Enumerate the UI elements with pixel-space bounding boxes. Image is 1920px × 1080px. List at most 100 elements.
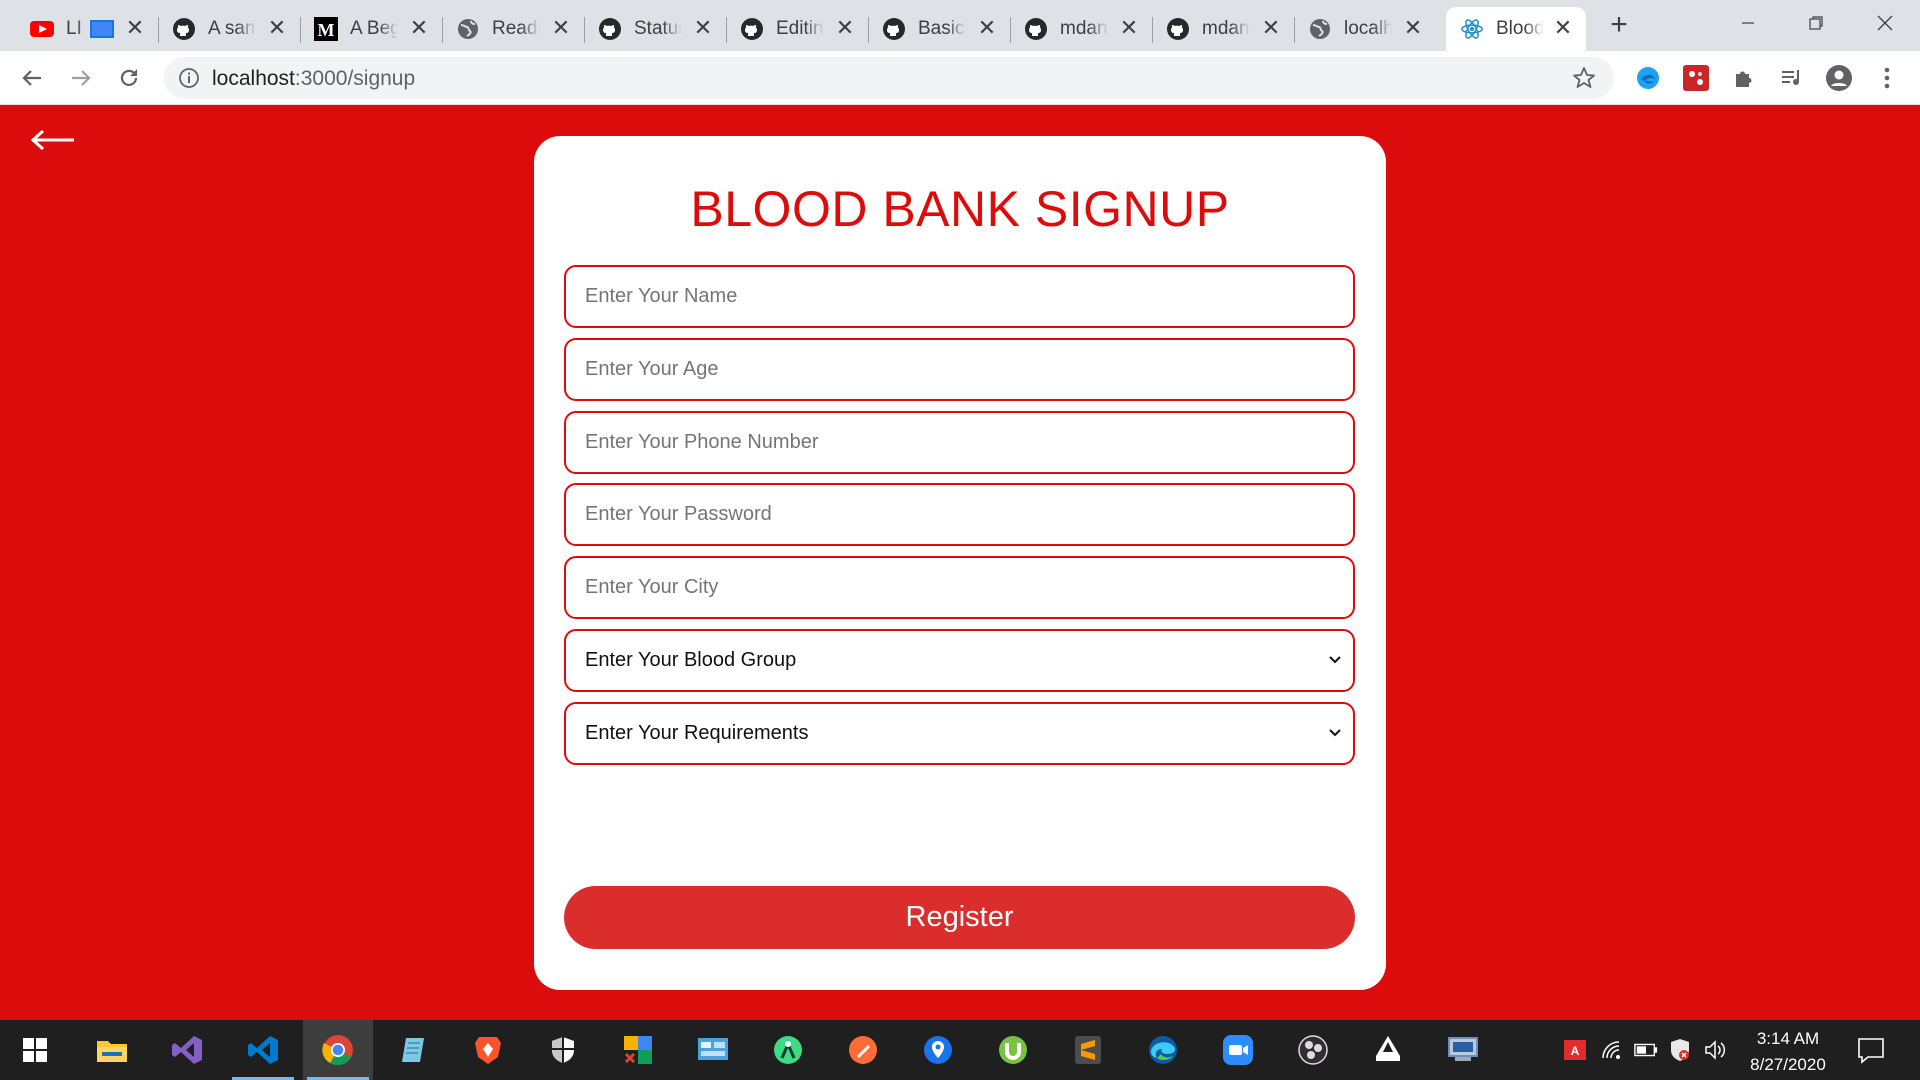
name-input[interactable] — [564, 265, 1355, 328]
close-icon[interactable]: ✕ — [1402, 17, 1424, 39]
security-taskbar-icon[interactable] — [528, 1020, 598, 1080]
tab-medium[interactable]: M A Beg ✕ — [300, 7, 443, 51]
close-icon[interactable]: ✕ — [976, 17, 998, 39]
close-icon[interactable]: ✕ — [266, 17, 288, 39]
volume-icon[interactable] — [1704, 1038, 1728, 1062]
chevron-down-icon — [1329, 656, 1341, 664]
close-icon[interactable]: ✕ — [834, 17, 856, 39]
tab-github-1[interactable]: A sam ✕ — [158, 7, 301, 51]
requirements-selected-value: Enter Your Requirements — [585, 722, 809, 744]
battery-icon[interactable] — [1634, 1038, 1658, 1062]
android-studio-taskbar-icon[interactable] — [753, 1020, 823, 1080]
requirements-select[interactable]: Enter Your Requirements — [564, 702, 1355, 765]
close-icon[interactable]: ✕ — [124, 17, 146, 39]
chevron-down-icon — [1329, 729, 1341, 737]
globe-icon — [456, 17, 480, 41]
windows-taskbar: A 3:14 AM 8/27/2020 — [0, 1020, 1920, 1080]
tab-localhost[interactable]: localh ✕ — [1294, 7, 1436, 51]
system-clock[interactable]: 3:14 AM 8/27/2020 — [1730, 1026, 1846, 1078]
close-icon[interactable]: ✕ — [550, 17, 572, 39]
maps-taskbar-icon[interactable] — [903, 1020, 973, 1080]
postman-taskbar-icon[interactable] — [828, 1020, 898, 1080]
chrome-taskbar-icon[interactable] — [303, 1020, 373, 1080]
notification-center-icon[interactable] — [1856, 1036, 1886, 1064]
tab-github-3[interactable]: Editin ✕ — [726, 7, 869, 51]
tab-github-4[interactable]: Basic ✕ — [868, 7, 1011, 51]
youtube-icon — [30, 17, 54, 41]
forward-button[interactable] — [64, 61, 98, 95]
dev-tool-taskbar-icon[interactable] — [603, 1020, 673, 1080]
url-host: localhost — [212, 67, 295, 90]
tab-github-2[interactable]: Status ✕ — [584, 7, 727, 51]
remote-desktop-taskbar-icon[interactable] — [1428, 1020, 1498, 1080]
tab-blood-bank[interactable]: Blood ✕ — [1446, 7, 1586, 51]
security-alert-tray-icon[interactable] — [1668, 1038, 1692, 1062]
vscode-taskbar-icon[interactable] — [228, 1020, 298, 1080]
tab-readme[interactable]: Readi ✕ — [442, 7, 585, 51]
extension-red-icon[interactable] — [1682, 64, 1710, 92]
tab-title: Blood — [1496, 18, 1544, 39]
age-input[interactable] — [564, 338, 1355, 401]
start-button[interactable] — [0, 1020, 70, 1080]
browser-menu-icon[interactable] — [1873, 64, 1901, 92]
info-icon[interactable] — [178, 67, 200, 89]
wifi-icon[interactable] — [1600, 1038, 1624, 1062]
blood-group-select[interactable]: Enter Your Blood Group — [564, 629, 1355, 692]
password-input[interactable] — [564, 483, 1355, 546]
new-tab-button[interactable]: + — [1604, 10, 1634, 40]
reload-icon — [120, 69, 138, 86]
extension-edge-icon[interactable] — [1634, 64, 1662, 92]
minimize-button[interactable] — [1725, 6, 1771, 40]
back-button[interactable] — [15, 61, 49, 95]
tab-title: A Beg — [350, 18, 398, 39]
adobe-tray-icon[interactable]: A — [1563, 1038, 1587, 1062]
github-icon — [598, 17, 622, 41]
clock-time: 3:14 AM — [1756, 1029, 1820, 1048]
phone-input[interactable] — [564, 411, 1355, 474]
url-path: :3000/signup — [294, 67, 416, 90]
react-icon — [1460, 17, 1484, 41]
close-icon[interactable]: ✕ — [1118, 17, 1140, 39]
blood-group-selected-value: Enter Your Blood Group — [585, 649, 797, 671]
globe-icon — [1308, 17, 1332, 41]
control-panel-taskbar-icon[interactable] — [678, 1020, 748, 1080]
tab-youtube[interactable]: LI ✕ — [16, 7, 159, 51]
edge-taskbar-icon[interactable] — [1128, 1020, 1198, 1080]
close-icon[interactable]: ✕ — [408, 17, 430, 39]
back-arrow-icon — [22, 70, 41, 86]
utorrent-taskbar-icon[interactable] — [978, 1020, 1048, 1080]
reload-button[interactable] — [112, 61, 146, 95]
url-text: localhost:3000/signup — [212, 67, 415, 91]
obs-taskbar-icon[interactable] — [1278, 1020, 1348, 1080]
medium-icon: M — [314, 17, 338, 41]
inkscape-taskbar-icon[interactable] — [1353, 1020, 1423, 1080]
github-icon — [1024, 17, 1048, 41]
close-icon[interactable]: ✕ — [1260, 17, 1282, 39]
tab-title: Status — [634, 18, 682, 39]
brave-taskbar-icon[interactable] — [453, 1020, 523, 1080]
github-icon — [1166, 17, 1190, 41]
city-input[interactable] — [564, 556, 1355, 619]
tab-github-6[interactable]: mdan ✕ — [1152, 7, 1295, 51]
back-arrow-icon[interactable] — [30, 127, 76, 153]
visual-studio-taskbar-icon[interactable] — [152, 1020, 222, 1080]
browser-toolbar: localhost:3000/signup — [0, 51, 1920, 105]
profile-avatar-icon[interactable] — [1825, 64, 1853, 92]
extensions-puzzle-icon[interactable] — [1730, 64, 1758, 92]
screen-icon — [90, 20, 114, 38]
close-window-button[interactable] — [1862, 6, 1908, 40]
bookmark-star-icon[interactable] — [1572, 66, 1596, 90]
tab-github-5[interactable]: mdan ✕ — [1010, 7, 1153, 51]
forward-arrow-icon — [72, 70, 91, 86]
media-controls-icon[interactable] — [1777, 64, 1805, 92]
tab-title: localh — [1344, 18, 1392, 39]
restore-button[interactable] — [1793, 6, 1839, 40]
register-button[interactable]: Register — [564, 886, 1355, 949]
close-icon[interactable]: ✕ — [692, 17, 714, 39]
file-explorer-taskbar-icon[interactable] — [77, 1020, 147, 1080]
address-bar[interactable]: localhost:3000/signup — [164, 57, 1614, 99]
notepad-taskbar-icon[interactable] — [378, 1020, 448, 1080]
zoom-taskbar-icon[interactable] — [1203, 1020, 1273, 1080]
sublime-text-taskbar-icon[interactable] — [1053, 1020, 1123, 1080]
close-icon[interactable]: ✕ — [1552, 17, 1574, 39]
